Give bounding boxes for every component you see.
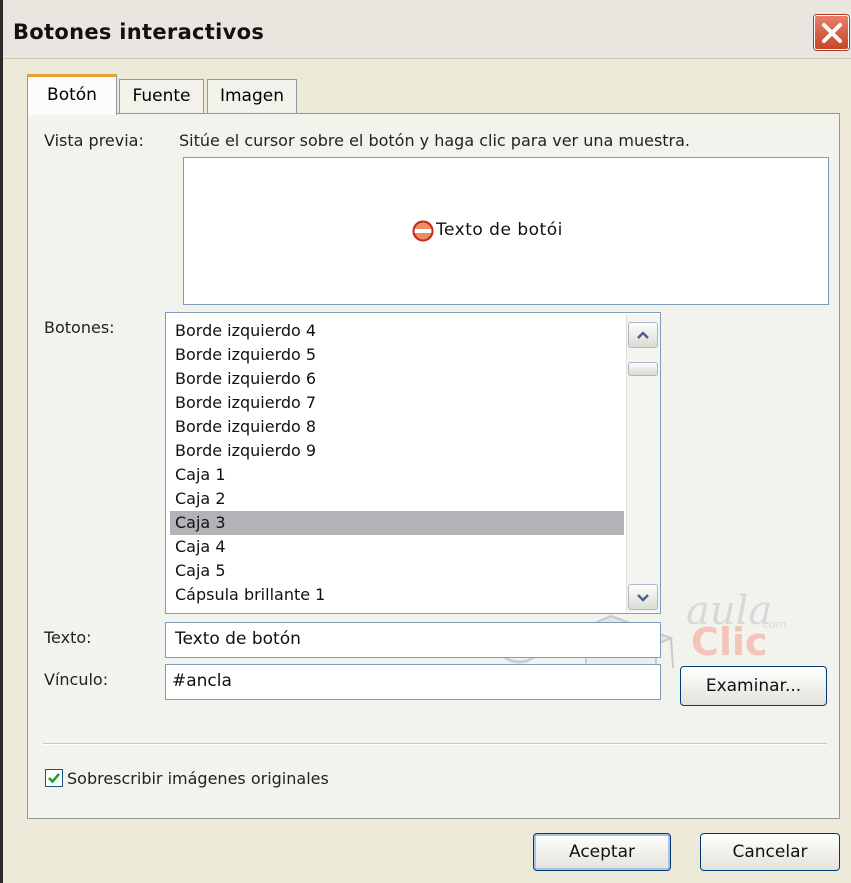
overwrite-label: Sobrescribir imágenes originales: [67, 769, 329, 788]
text-label: Texto:: [44, 628, 92, 647]
tab-label: Fuente: [132, 86, 191, 106]
checkmark-icon: [48, 773, 60, 784]
preview-area[interactable]: Texto de botói: [183, 157, 829, 305]
scroll-thumb[interactable]: [628, 362, 658, 376]
list-item[interactable]: Caja 1: [170, 463, 624, 487]
buttons-label: Botones:: [44, 318, 115, 337]
tab-boton[interactable]: Botón: [27, 74, 117, 115]
list-item[interactable]: Borde izquierdo 4: [170, 319, 624, 343]
watermark-brand-bottom: Clic: [691, 620, 768, 664]
list-item[interactable]: Caja 2: [170, 487, 624, 511]
list-item[interactable]: Borde izquierdo 7: [170, 391, 624, 415]
list-item[interactable]: Caja 5: [170, 559, 624, 583]
list-item[interactable]: Borde izquierdo 5: [170, 343, 624, 367]
ok-button[interactable]: Aceptar: [533, 833, 671, 871]
list-item-selected[interactable]: Caja 3: [170, 511, 624, 535]
title-bar[interactable]: Botones interactivos: [3, 0, 851, 59]
browse-button[interactable]: Examinar...: [680, 666, 827, 706]
divider: [43, 743, 827, 745]
link-input[interactable]: #ancla: [165, 664, 661, 700]
buttons-listbox[interactable]: Borde izquierdo 4 Borde izquierdo 5 Bord…: [165, 312, 661, 614]
list-scrollbar[interactable]: [626, 314, 660, 612]
preview-label: Vista previa:: [44, 131, 144, 150]
close-icon: [822, 23, 842, 43]
tab-label: Botón: [47, 85, 97, 105]
cancel-button[interactable]: Cancelar: [700, 833, 840, 871]
scroll-up-button[interactable]: [628, 322, 658, 348]
chevron-up-icon: [637, 331, 649, 339]
preview-sample-text: Texto de botói: [436, 220, 563, 240]
watermark-suffix: com: [763, 618, 787, 631]
window-title: Botones interactivos: [13, 20, 265, 44]
tab-fuente[interactable]: Fuente: [119, 79, 204, 113]
list-item[interactable]: Borde izquierdo 8: [170, 415, 624, 439]
overwrite-checkbox[interactable]: [45, 769, 63, 787]
list-item[interactable]: Borde izquierdo 9: [170, 439, 624, 463]
preview-hint: Sitúe el cursor sobre el botón y haga cl…: [179, 131, 691, 150]
close-button[interactable]: [814, 15, 849, 50]
text-input[interactable]: Texto de botón: [165, 622, 661, 658]
dialog-window: Botones interactivos Botón Fuente Imagen…: [0, 0, 851, 883]
capsule-icon: [412, 220, 434, 242]
tab-label: Imagen: [219, 86, 284, 106]
tab-imagen[interactable]: Imagen: [207, 79, 297, 113]
list-item[interactable]: Borde izquierdo 6: [170, 367, 624, 391]
list-item[interactable]: Caja 4: [170, 535, 624, 559]
link-label: Vínculo:: [44, 670, 109, 689]
